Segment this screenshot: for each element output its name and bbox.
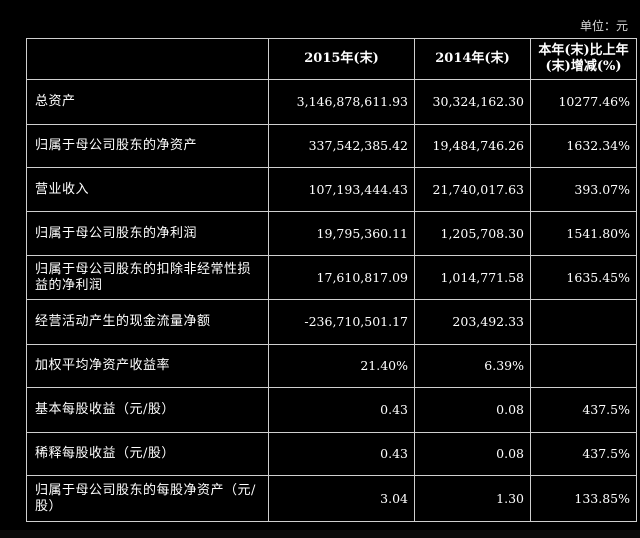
financial-summary-table: 2015年(末) 2014年(末) 本年(末)比上年(末)增减(%) 总资产 3… — [26, 38, 637, 522]
cell-change: 1635.45% — [530, 255, 637, 300]
table-row: 加权平均净资产收益率 21.40% 6.39% — [26, 344, 637, 388]
row-label: 归属于母公司股东的每股净资产（元/股） — [26, 475, 269, 522]
table-row: 归属于母公司股东的净利润 19,795,360.11 1,205,708.30 … — [26, 211, 637, 256]
cell-change: 393.07% — [530, 167, 637, 212]
unit-label: 单位：元 — [579, 19, 628, 33]
header-item — [26, 38, 269, 80]
cell-2014: 30,324,162.30 — [414, 79, 531, 125]
cell-2014: 1,014,771.58 — [414, 255, 531, 300]
cell-2015: 19,795,360.11 — [268, 211, 415, 256]
row-label: 经营活动产生的现金流量净额 — [26, 299, 269, 345]
cell-2014: 203,492.33 — [414, 299, 531, 345]
cell-2014: 6.39% — [414, 344, 531, 388]
cell-2015: 3.04 — [268, 475, 415, 522]
cell-change: 437.5% — [530, 432, 637, 476]
header-change: 本年(末)比上年(末)增减(%) — [530, 38, 637, 80]
cell-2015: -236,710,501.17 — [268, 299, 415, 345]
cell-change — [530, 344, 637, 388]
row-label: 归属于母公司股东的净利润 — [26, 211, 269, 256]
table-row: 营业收入 107,193,444.43 21,740,017.63 393.07… — [26, 167, 637, 212]
header-2014: 2014年(末) — [414, 38, 531, 80]
cell-change: 437.5% — [530, 387, 637, 433]
table-row: 归属于母公司股东的扣除非经常性损益的净利润 17,610,817.09 1,01… — [26, 255, 637, 300]
cell-change — [530, 299, 637, 345]
cell-2015: 21.40% — [268, 344, 415, 388]
cell-2014: 0.08 — [414, 387, 531, 433]
cell-change: 10277.46% — [530, 79, 637, 125]
row-label: 总资产 — [26, 79, 269, 125]
table-header-row: 2015年(末) 2014年(末) 本年(末)比上年(末)增减(%) — [26, 38, 637, 80]
table-row: 经营活动产生的现金流量净额 -236,710,501.17 203,492.33 — [26, 299, 637, 345]
cell-2015: 17,610,817.09 — [268, 255, 415, 300]
table-row: 基本每股收益（元/股） 0.43 0.08 437.5% — [26, 387, 637, 433]
row-label: 稀释每股收益（元/股） — [26, 432, 269, 476]
row-label: 基本每股收益（元/股） — [26, 387, 269, 433]
cell-2014: 1,205,708.30 — [414, 211, 531, 256]
row-label: 加权平均净资产收益率 — [26, 344, 269, 388]
cell-2014: 0.08 — [414, 432, 531, 476]
cell-2015: 337,542,385.42 — [268, 124, 415, 168]
table-row: 总资产 3,146,878,611.93 30,324,162.30 10277… — [26, 79, 637, 125]
cell-2015: 3,146,878,611.93 — [268, 79, 415, 125]
cell-2014: 1.30 — [414, 475, 531, 522]
cell-2015: 107,193,444.43 — [268, 167, 415, 212]
cell-2014: 21,740,017.63 — [414, 167, 531, 212]
cell-2014: 19,484,746.26 — [414, 124, 531, 168]
table-row: 稀释每股收益（元/股） 0.43 0.08 437.5% — [26, 432, 637, 476]
row-label: 归属于母公司股东的净资产 — [26, 124, 269, 168]
cropped-text-strip — [0, 530, 640, 538]
cell-change: 133.85% — [530, 475, 637, 522]
cell-change: 1541.80% — [530, 211, 637, 256]
row-label: 营业收入 — [26, 167, 269, 212]
cell-2015: 0.43 — [268, 432, 415, 476]
cell-2015: 0.43 — [268, 387, 415, 433]
row-label: 归属于母公司股东的扣除非经常性损益的净利润 — [26, 255, 269, 300]
table-row: 归属于母公司股东的净资产 337,542,385.42 19,484,746.2… — [26, 124, 637, 168]
table-row: 归属于母公司股东的每股净资产（元/股） 3.04 1.30 133.85% — [26, 475, 637, 522]
cell-change: 1632.34% — [530, 124, 637, 168]
header-2015: 2015年(末) — [268, 38, 415, 80]
